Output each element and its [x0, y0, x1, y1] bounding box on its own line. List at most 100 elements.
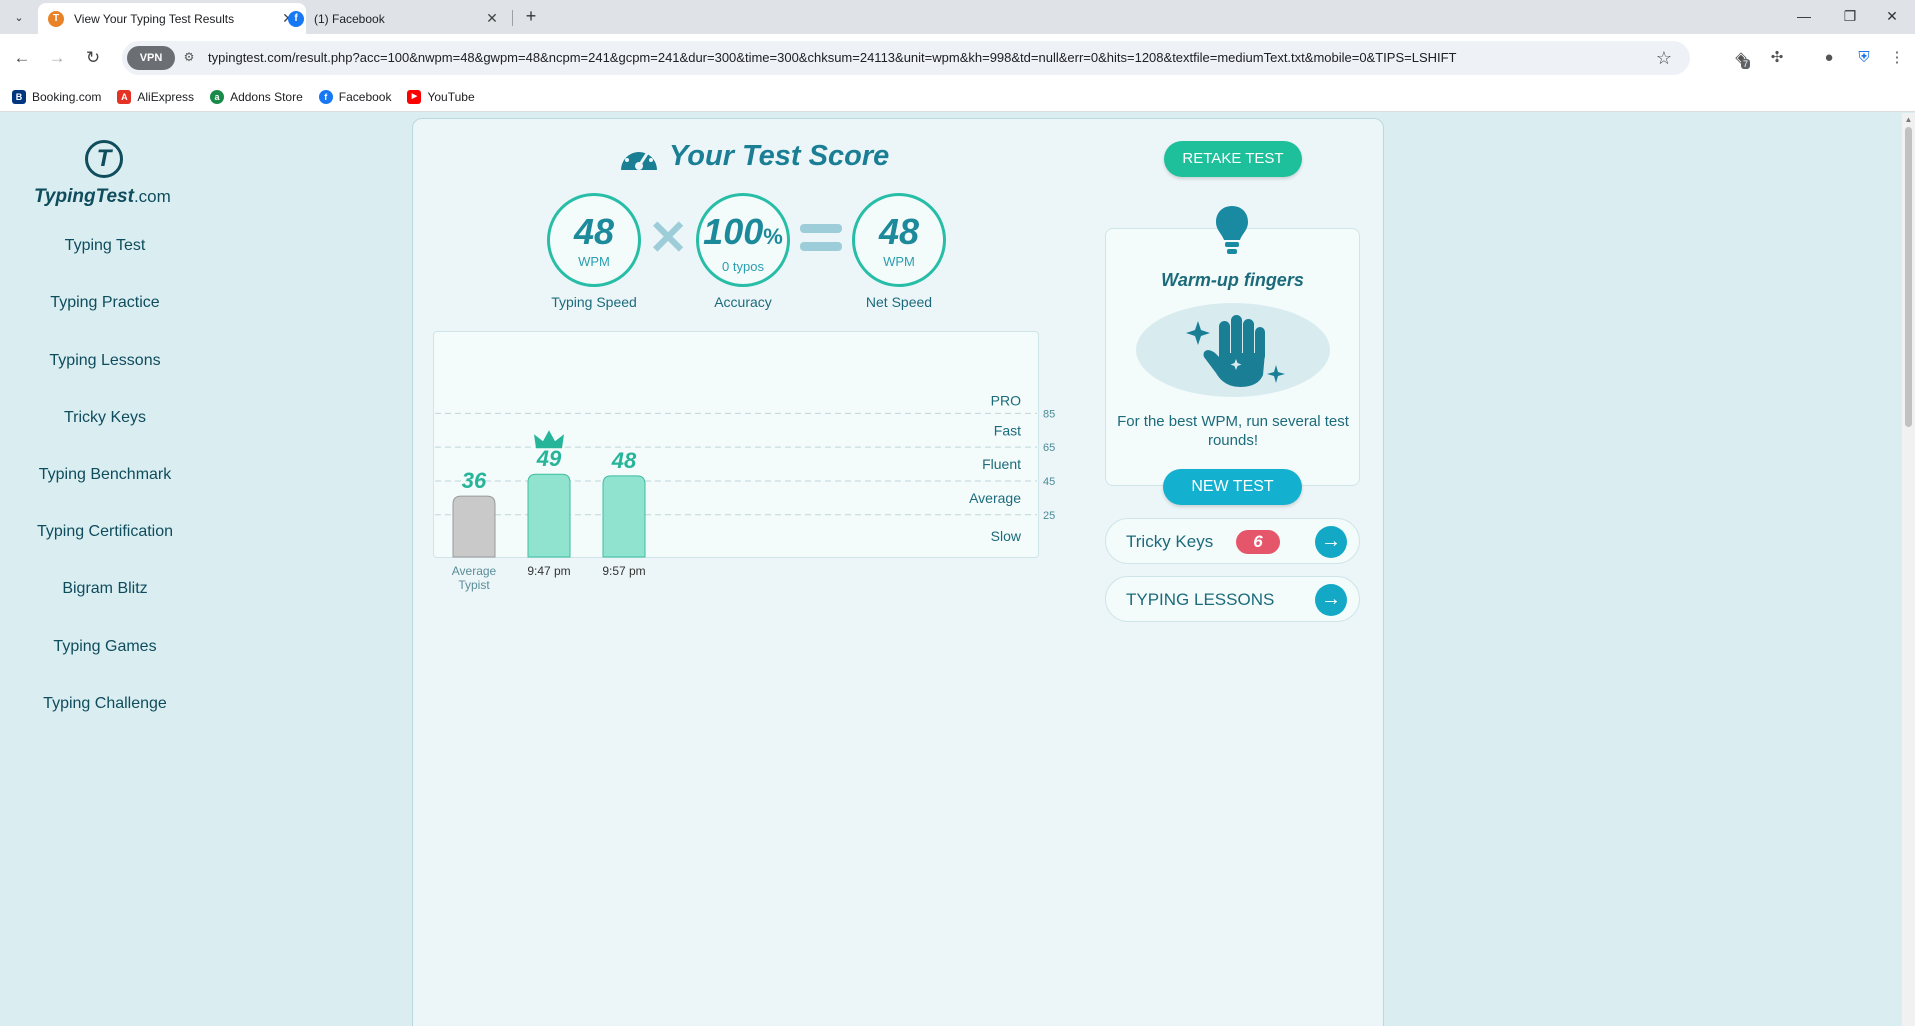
score-title: Your Test Score: [617, 136, 889, 176]
booking-icon: B: [12, 89, 26, 104]
typos-count: 0 typos: [722, 259, 764, 274]
nav-typing-games[interactable]: Typing Games: [0, 638, 210, 656]
net-speed-label: Net Speed: [865, 294, 933, 310]
scroll-thumb[interactable]: [1905, 127, 1912, 427]
bookmark-star-icon[interactable]: ☆: [1652, 46, 1676, 70]
typing-lessons-link[interactable]: TYPING LESSONS →: [1105, 576, 1360, 622]
extensions-puzzle-icon[interactable]: ✣: [1766, 47, 1788, 69]
accuracy-label: Accuracy: [714, 294, 772, 310]
bookmark-label: Addons Store: [230, 89, 303, 104]
bar-value-label: 49: [536, 446, 562, 471]
logo-domain: .com: [133, 187, 171, 206]
nav-typing-challenge[interactable]: Typing Challenge: [0, 695, 210, 713]
logo-brand: TypingTest: [34, 186, 134, 207]
bookmark-addons-store[interactable]: a Addons Store: [210, 89, 303, 104]
speedometer-icon: [621, 145, 657, 170]
bar: [452, 495, 496, 558]
bookmark-aliexpress[interactable]: A AliExpress: [117, 89, 194, 104]
restore-icon[interactable]: ❐: [1827, 0, 1873, 32]
back-icon[interactable]: ←: [10, 46, 34, 70]
band-label: PRO: [991, 393, 1021, 409]
vpn-badge[interactable]: VPN: [127, 46, 175, 70]
multiply-icon: ✕: [648, 212, 689, 265]
equals-icon: [800, 224, 842, 252]
reload-icon[interactable]: ↻: [81, 46, 105, 70]
bookmark-booking[interactable]: B Booking.com: [12, 89, 102, 104]
menu-dots-icon[interactable]: ⋮: [1886, 47, 1908, 69]
band-label: Slow: [991, 528, 1022, 544]
bookmark-label: YouTube: [427, 89, 475, 104]
nav-typing-certification[interactable]: Typing Certification: [0, 523, 210, 541]
accuracy-circle: 100% 0 typos: [696, 193, 790, 287]
net-speed-unit: WPM: [883, 254, 915, 269]
nav-bigram-blitz[interactable]: Bigram Blitz: [0, 580, 210, 598]
facebook-favicon-icon: f: [288, 10, 304, 27]
url-text[interactable]: typingtest.com/result.php?acc=100&nwpm=4…: [208, 50, 1457, 65]
scroll-up-icon[interactable]: ▲: [1904, 115, 1913, 124]
page-scrollbar[interactable]: ▲: [1902, 113, 1915, 1026]
typing-lessons-label: TYPING LESSONS: [1126, 590, 1275, 609]
nav-typing-test[interactable]: Typing Test: [0, 237, 210, 255]
site-logo[interactable]: TypingTest.com: [34, 186, 171, 208]
lightbulb-icon: [1216, 206, 1248, 254]
y-tick-label: 65: [1043, 442, 1055, 454]
arrow-right-icon[interactable]: →: [1315, 526, 1347, 558]
new-tab-button[interactable]: +: [520, 5, 542, 27]
tab-typing-results[interactable]: T View Your Typing Test Results ✕: [38, 3, 306, 34]
typing-speed-circle: 48 WPM: [547, 193, 641, 287]
aliexpress-icon: A: [117, 89, 132, 104]
nav-typing-benchmark[interactable]: Typing Benchmark: [0, 466, 210, 484]
bookmark-facebook[interactable]: f Facebook: [318, 89, 391, 104]
typing-speed-unit: WPM: [578, 254, 610, 269]
nav-tricky-keys[interactable]: Tricky Keys: [0, 409, 210, 427]
nav-typing-practice[interactable]: Typing Practice: [0, 294, 210, 312]
retake-test-button[interactable]: RETAKE TEST: [1164, 141, 1302, 177]
tab-title: View Your Typing Test Results: [74, 11, 235, 26]
tab-title: (1) Facebook: [314, 11, 385, 26]
profile-icon[interactable]: ●: [1818, 47, 1840, 69]
browser-tab-bar: ⌄ T View Your Typing Test Results ✕ f (1…: [0, 0, 1915, 34]
close-window-icon[interactable]: ✕: [1869, 0, 1915, 32]
tab-search-icon[interactable]: ⌄: [8, 6, 30, 28]
y-tick-label: 45: [1043, 476, 1055, 488]
score-title-text: Your Test Score: [669, 139, 890, 172]
typing-speed-value: 48: [573, 211, 615, 252]
nav-typing-lessons[interactable]: Typing Lessons: [0, 352, 210, 370]
site-info-icon[interactable]: ⚙: [180, 48, 198, 66]
bar-value-label: 48: [611, 448, 637, 473]
x-tick-label: Typist: [458, 578, 490, 592]
facebook-icon: f: [318, 89, 333, 104]
bookmark-label: Booking.com: [32, 89, 102, 104]
minimize-icon[interactable]: —: [1781, 0, 1827, 32]
tab-close-icon[interactable]: ✕: [484, 10, 500, 27]
tricky-keys-label: Tricky Keys: [1126, 532, 1214, 551]
address-bar[interactable]: VPN ⚙ typingtest.com/result.php?acc=100&…: [122, 41, 1690, 75]
x-tick-label: Average: [452, 564, 497, 578]
y-tick-label: 25: [1043, 510, 1055, 522]
accuracy-pct: %: [763, 224, 783, 249]
net-speed-circle: 48 WPM: [852, 193, 946, 287]
crown-icon: [534, 430, 564, 449]
band-label: Fast: [994, 422, 1021, 438]
forward-icon[interactable]: →: [45, 46, 69, 70]
tab-facebook[interactable]: f (1) Facebook ✕: [278, 3, 510, 34]
bookmarks-bar: B Booking.com A AliExpress a Addons Stor…: [0, 82, 1915, 112]
typingtest-logo-icon[interactable]: T: [85, 140, 123, 178]
tricky-keys-link[interactable]: Tricky Keys 6 →: [1105, 518, 1360, 564]
net-speed-value: 48: [878, 211, 920, 252]
tip-text: For the best WPM, run several test round…: [1117, 413, 1349, 449]
hand-illustration: [1136, 303, 1330, 397]
typingtest-favicon-icon: T: [48, 10, 64, 27]
browser-toolbar: ← → ↻ VPN ⚙ typingtest.com/result.php?ac…: [0, 34, 1915, 82]
addons-store-icon: a: [210, 89, 225, 104]
hand-sparkle-icon: [1186, 315, 1285, 387]
shield-icon[interactable]: ⛨: [1853, 47, 1875, 69]
youtube-icon: ▶: [407, 89, 422, 104]
bar: [527, 473, 571, 558]
arrow-right-icon[interactable]: →: [1315, 584, 1347, 616]
y-tick-label: 85: [1043, 408, 1055, 420]
new-test-button[interactable]: NEW TEST: [1163, 469, 1302, 505]
bookmark-youtube[interactable]: ▶ YouTube: [407, 89, 475, 104]
speed-chart: 25 45 65 85 PRO Fast Fluent Average Slow 36 Averag…: [435, 393, 1055, 592]
bar: [602, 475, 646, 558]
